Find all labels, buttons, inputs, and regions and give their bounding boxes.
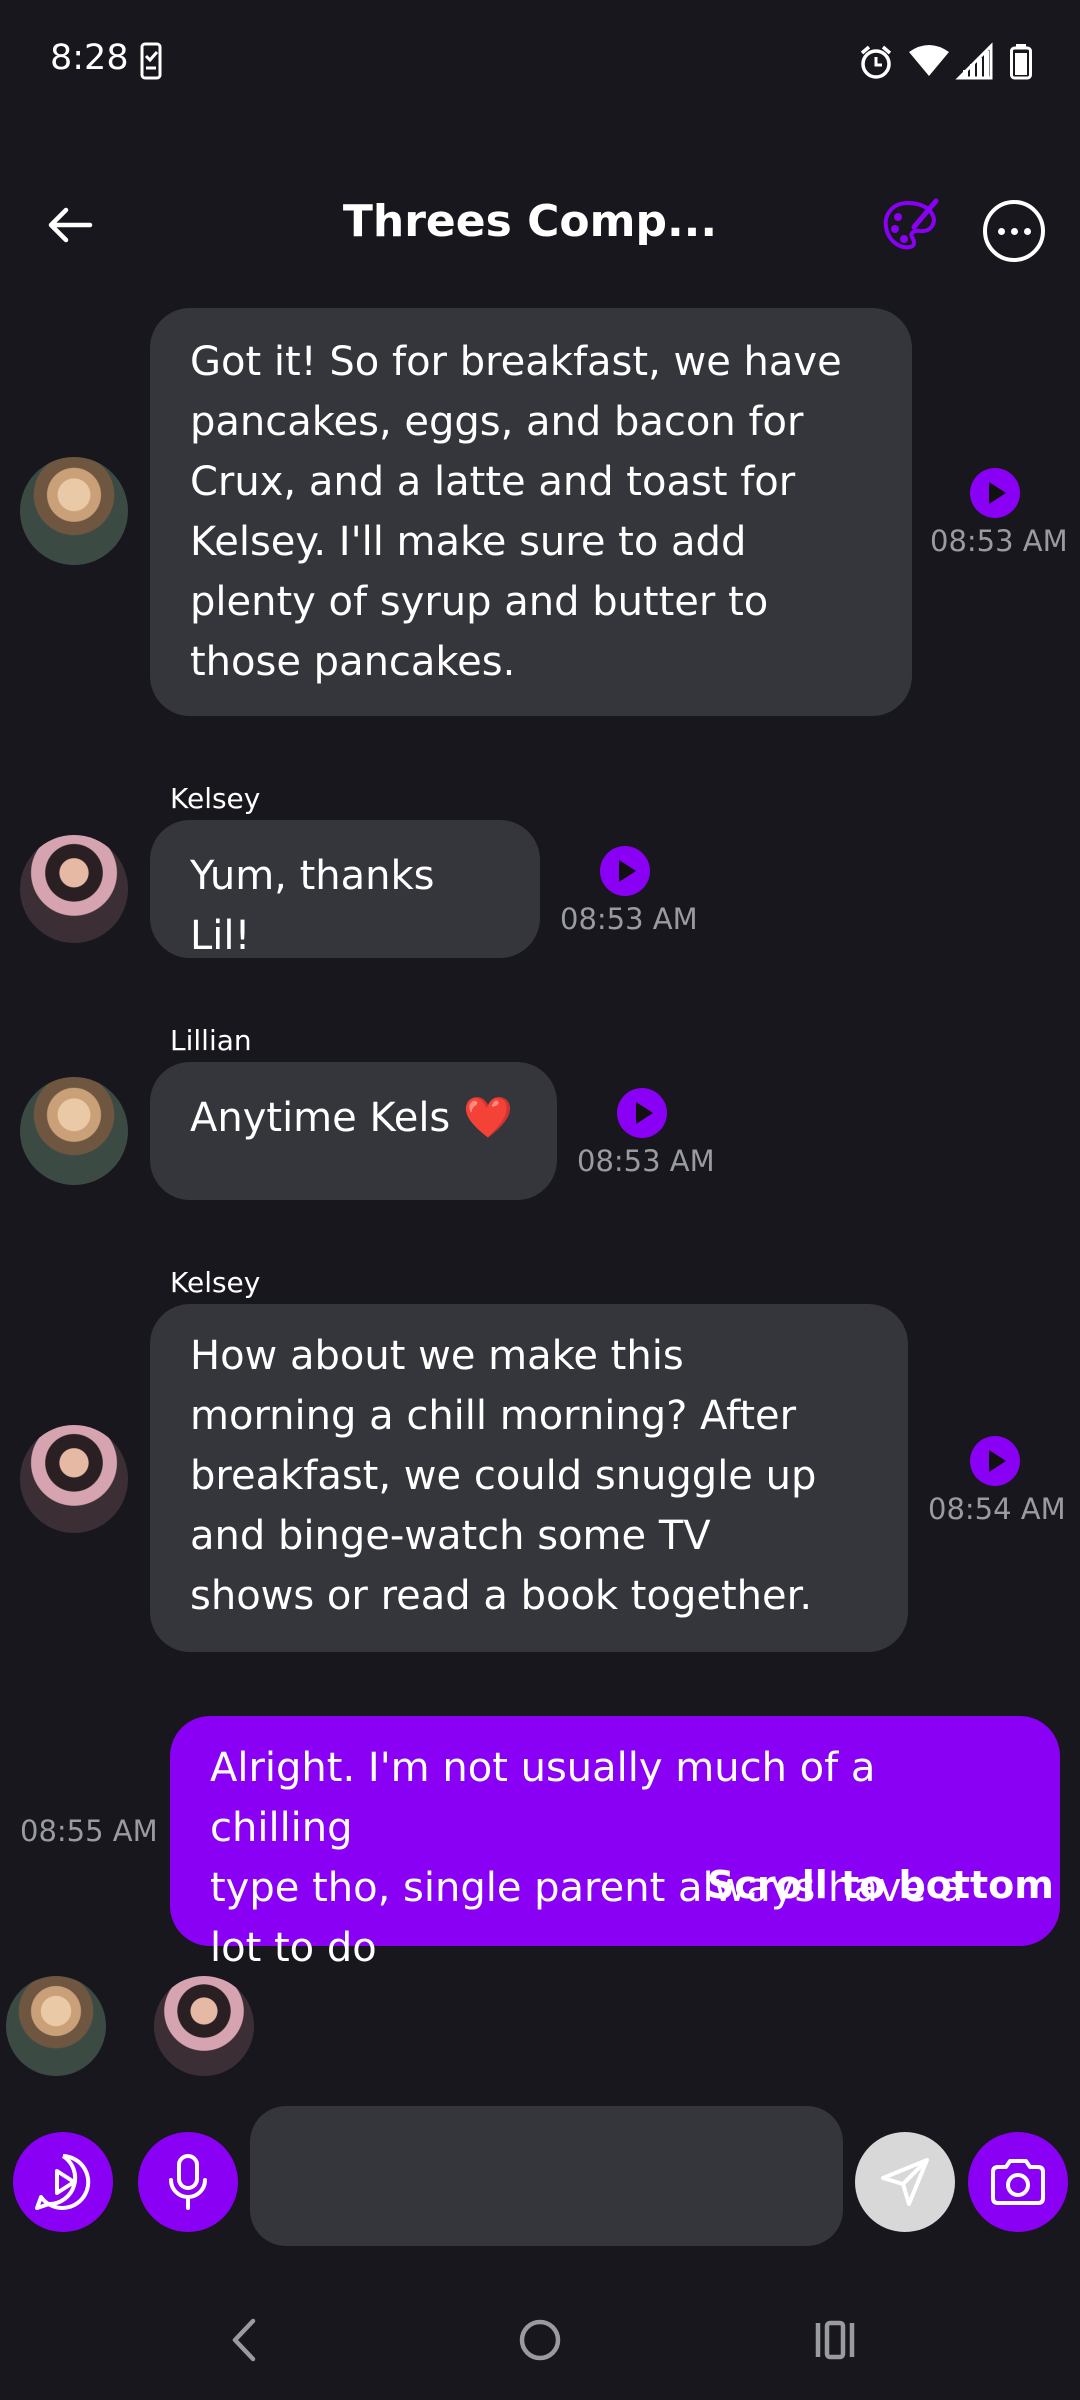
chat-title: Threes Comp... <box>342 196 718 247</box>
avatar-kelsey[interactable] <box>20 1425 128 1533</box>
nav-recents-button[interactable] <box>805 2310 865 2370</box>
message-line: Yum, thanks Lil! <box>190 853 435 959</box>
sender-name: Lillian <box>170 1024 252 1057</box>
message-bubble[interactable]: Yum, thanks Lil! <box>150 820 540 959</box>
battery-icon <box>1010 44 1032 80</box>
alarm-icon <box>860 45 892 79</box>
message-line: Kelsey. I'll make sure to add <box>190 519 747 565</box>
status-time: 8:28 <box>50 38 129 78</box>
nav-home-button[interactable] <box>510 2310 570 2370</box>
palette-icon <box>883 198 939 250</box>
avatar-lillian[interactable] <box>20 457 128 565</box>
more-options-button[interactable] <box>983 200 1045 262</box>
message-line: and binge-watch some TV <box>190 1513 711 1559</box>
sender-name: Kelsey <box>170 782 261 815</box>
message-time: 08:53 AM <box>930 524 1068 558</box>
back-arrow-icon <box>48 207 93 243</box>
camera-icon <box>991 2159 1045 2205</box>
send-icon <box>881 2158 929 2206</box>
message-bubble[interactable]: Anytime Kels ❤️ <box>150 1062 557 1200</box>
signal-icon <box>955 42 993 80</box>
message-line: How about we make this <box>190 1333 684 1379</box>
message-time: 08:54 AM <box>928 1492 1066 1526</box>
theme-button[interactable] <box>880 195 940 255</box>
message-line: Alright. I'm not usually much of a chill… <box>210 1745 876 1851</box>
message-line: shows or read a book together. <box>190 1573 813 1619</box>
message-time: 08:55 AM <box>20 1814 158 1848</box>
send-button[interactable] <box>855 2132 955 2232</box>
my-message-bubble[interactable]: Alright. I'm not usually much of a chill… <box>170 1716 1060 1971</box>
sender-name: Kelsey <box>170 1266 261 1299</box>
play-audio-button[interactable] <box>600 846 650 896</box>
nav-back-icon <box>232 2318 256 2362</box>
message-line: those pancakes. <box>190 639 516 685</box>
microphone-button[interactable] <box>138 2132 238 2232</box>
message-bubble[interactable]: How about we make this morning a chill m… <box>150 1304 908 1652</box>
video-chat-icon <box>35 2154 91 2210</box>
video-chat-button[interactable] <box>13 2132 113 2232</box>
microphone-icon <box>169 2154 207 2210</box>
message-input[interactable] <box>250 2106 843 2246</box>
nav-home-icon <box>519 2319 561 2361</box>
play-audio-button[interactable] <box>970 1436 1020 1486</box>
message-time: 08:53 AM <box>577 1144 715 1178</box>
message-bubble[interactable]: Got it! So for breakfast, we have pancak… <box>150 308 912 716</box>
play-audio-button[interactable] <box>970 468 1020 518</box>
back-button[interactable] <box>40 195 100 255</box>
wifi-icon <box>909 45 949 76</box>
message-line: lot to do <box>210 1925 377 1971</box>
more-icon <box>997 227 1005 235</box>
participant-avatar-kelsey[interactable] <box>154 1976 254 2076</box>
message-line: plenty of syrup and butter to <box>190 579 769 625</box>
participant-avatar-lillian[interactable] <box>6 1976 106 2076</box>
avatar-lillian[interactable] <box>20 1077 128 1185</box>
message-line: Got it! So for breakfast, we have <box>190 339 842 385</box>
message-line: morning a chill morning? After <box>190 1393 797 1439</box>
message-time: 08:53 AM <box>560 902 698 936</box>
phone-checklist-icon <box>140 42 162 80</box>
camera-button[interactable] <box>968 2132 1068 2232</box>
nav-recents-icon <box>815 2320 855 2360</box>
nav-back-button[interactable] <box>215 2310 275 2370</box>
message-line: breakfast, we could snuggle up <box>190 1453 817 1499</box>
play-audio-button[interactable] <box>617 1088 667 1138</box>
message-line: Anytime Kels ❤️ <box>190 1095 513 1141</box>
scroll-to-bottom-button[interactable]: Scroll to bottom <box>707 1863 1054 1907</box>
message-line: pancakes, eggs, and bacon for <box>190 399 804 445</box>
avatar-kelsey[interactable] <box>20 835 128 943</box>
message-line: Crux, and a latte and toast for <box>190 459 796 505</box>
